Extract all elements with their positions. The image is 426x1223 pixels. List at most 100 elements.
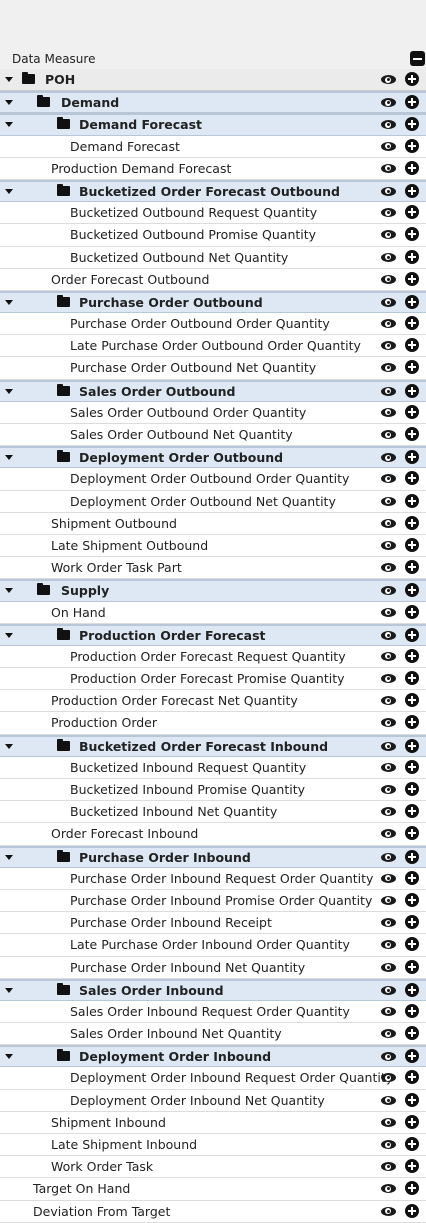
eye-icon[interactable] [381,75,396,84]
add-circle-icon[interactable] [405,117,419,132]
add-circle-icon[interactable] [405,671,419,686]
measure-row[interactable]: Sales Order Outbound Net Quantity [0,424,426,447]
measure-row[interactable]: Late Shipment Outbound [0,535,426,558]
measure-row[interactable]: Deployment Order Outbound Order Quantity [0,468,426,491]
add-circle-icon[interactable] [405,849,419,864]
add-circle-icon[interactable] [405,1203,419,1218]
add-circle-icon[interactable] [405,782,419,796]
eye-icon[interactable] [381,718,396,728]
measure-group-row[interactable]: Deployment Order Inbound [0,1045,426,1068]
add-circle-icon[interactable] [405,937,419,952]
measure-row[interactable]: Bucketized Inbound Request Quantity [0,757,426,779]
eye-icon[interactable] [381,1029,396,1039]
add-circle-icon[interactable] [405,715,419,730]
add-circle-icon[interactable] [405,249,419,264]
add-circle-icon[interactable] [405,892,419,907]
add-circle-icon[interactable] [405,537,419,552]
expand-toggle-icon[interactable] [5,455,13,461]
add-circle-icon[interactable] [405,583,419,598]
measure-row[interactable]: Deployment Order Outbound Net Quantity [0,491,426,513]
add-circle-icon[interactable] [405,294,419,309]
measure-row[interactable]: Purchase Order Outbound Order Quantity [0,313,426,336]
add-circle-icon[interactable] [405,227,419,242]
expand-toggle-icon[interactable] [5,77,13,82]
add-circle-icon[interactable] [405,959,419,974]
eye-icon[interactable] [381,1162,396,1172]
measure-row[interactable]: Purchase Order Inbound Request Order Qua… [0,868,426,890]
add-circle-icon[interactable] [405,1026,419,1041]
eye-icon[interactable] [381,962,396,972]
measure-group-row[interactable]: POH [0,69,426,92]
expand-toggle-icon[interactable] [5,854,13,860]
measure-row[interactable]: On Hand [0,602,426,624]
measure-row[interactable]: Production Order Forecast Request Quanti… [0,646,426,669]
measure-row[interactable]: Bucketized Outbound Request Quantity [0,202,426,225]
measure-row[interactable]: Shipment Outbound [0,513,426,535]
add-circle-icon[interactable] [405,138,419,153]
add-circle-icon[interactable] [405,160,419,175]
expand-toggle-icon[interactable] [5,632,13,638]
eye-icon[interactable] [381,607,396,617]
expand-toggle-icon[interactable] [5,588,13,594]
add-circle-icon[interactable] [405,870,419,885]
add-circle-icon[interactable] [405,450,419,465]
add-circle-icon[interactable] [405,360,419,375]
eye-icon[interactable] [381,918,396,928]
add-circle-icon[interactable] [405,1114,419,1129]
eye-icon[interactable] [381,630,396,640]
eye-icon[interactable] [381,1073,396,1083]
eye-icon[interactable] [381,852,396,862]
add-circle-icon[interactable] [405,1092,419,1107]
measure-row[interactable]: Late Purchase Order Outbound Order Quant… [0,335,426,358]
eye-icon[interactable] [381,274,396,284]
add-circle-icon[interactable] [405,515,419,530]
eye-icon[interactable] [381,651,396,661]
add-circle-icon[interactable] [405,915,419,930]
eye-icon[interactable] [381,363,396,373]
expand-toggle-icon[interactable] [5,100,13,106]
eye-icon[interactable] [381,141,396,151]
eye-icon[interactable] [381,1206,396,1216]
measure-row[interactable]: Deployment Order Inbound Net Quantity [0,1090,426,1112]
eye-icon[interactable] [381,341,396,351]
measure-row[interactable]: Order Forecast Inbound [0,823,426,846]
expand-toggle-icon[interactable] [5,188,13,194]
eye-icon[interactable] [381,518,396,528]
measure-group-row[interactable]: Purchase Order Outbound [0,290,426,314]
measure-group-row[interactable]: Sales Order Outbound [0,379,426,402]
measure-group-row[interactable]: Bucketized Order Forecast Outbound [0,179,426,203]
measure-group-row[interactable]: Deployment Order Outbound [0,446,426,469]
eye-icon[interactable] [381,474,396,484]
eye-icon[interactable] [381,430,396,439]
add-circle-icon[interactable] [405,271,419,286]
eye-icon[interactable] [381,563,396,573]
add-circle-icon[interactable] [405,72,419,86]
measure-row[interactable]: Sales Order Outbound Order Quantity [0,402,426,424]
measure-group-row[interactable]: Production Order Forecast [0,623,426,646]
measure-row[interactable]: Bucketized Outbound Promise Quantity [0,224,426,247]
measure-row[interactable]: Production Order Forecast Net Quantity [0,690,426,713]
eye-icon[interactable] [381,1184,396,1194]
eye-icon[interactable] [381,807,396,817]
eye-icon[interactable] [381,895,396,905]
eye-icon[interactable] [381,230,396,240]
eye-icon[interactable] [381,407,396,417]
measure-row[interactable]: Deployment Order Inbound Request Order Q… [0,1067,426,1090]
add-circle-icon[interactable] [405,338,419,353]
measure-row[interactable]: Bucketized Outbound Net Quantity [0,247,426,269]
eye-icon[interactable] [381,163,396,173]
measure-group-row[interactable]: Bucketized Order Forecast Inbound [0,734,426,757]
add-circle-icon[interactable] [405,316,419,331]
expand-toggle-icon[interactable] [5,987,13,993]
expand-toggle-icon[interactable] [5,299,13,305]
eye-icon[interactable] [381,985,396,995]
eye-icon[interactable] [381,1052,396,1062]
measure-row[interactable]: Sales Order Inbound Request Order Quanti… [0,1001,426,1024]
eye-icon[interactable] [381,940,396,950]
add-circle-icon[interactable] [405,826,419,841]
add-circle-icon[interactable] [405,493,419,508]
eye-icon[interactable] [381,1140,396,1149]
eye-icon[interactable] [381,252,396,262]
eye-icon[interactable] [381,873,396,883]
add-circle-icon[interactable] [405,383,419,398]
